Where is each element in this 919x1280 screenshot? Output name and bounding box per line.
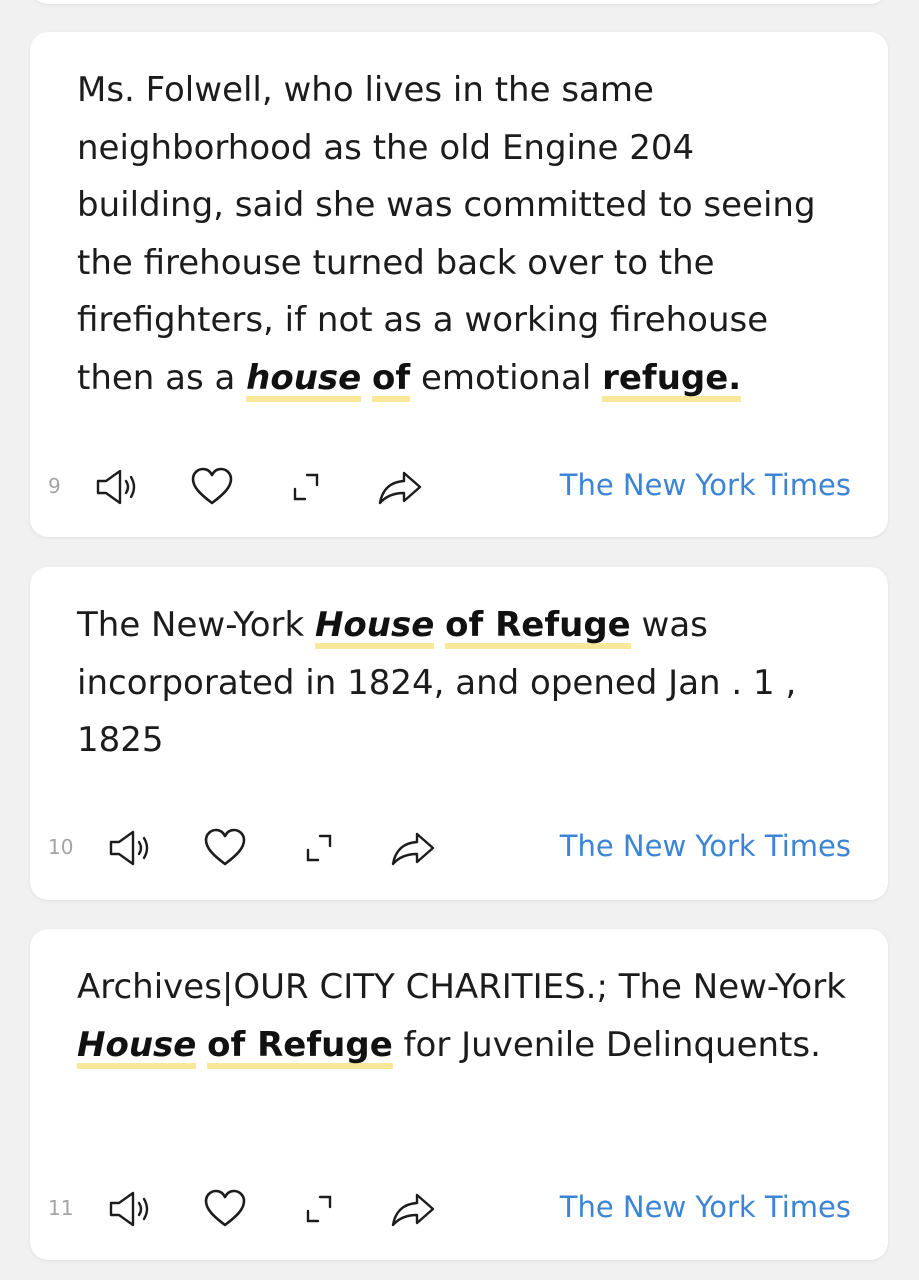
heart-icon[interactable]: [200, 1184, 250, 1234]
sentence-fragment: Ms. Folwell, who lives in the same neigh…: [77, 70, 816, 398]
sentence-text: Ms. Folwell, who lives in the same neigh…: [77, 62, 847, 407]
highlighted-word: refuge.: [602, 357, 742, 402]
sentence-index: 10: [48, 835, 74, 859]
sentence-index: 11: [48, 1196, 74, 1220]
card-actions: 11 The New York Times: [30, 1184, 888, 1234]
highlighted-word: of: [372, 357, 411, 402]
sentence-card: Ms. Folwell, who lives in the same neigh…: [30, 32, 888, 537]
share-icon[interactable]: [388, 823, 438, 873]
sentence-fragment: for Juvenile Delinquents.: [392, 1024, 821, 1065]
sentence-fragment: [361, 358, 372, 398]
expand-icon[interactable]: [281, 462, 331, 512]
expand-icon[interactable]: [294, 1184, 344, 1234]
speaker-icon[interactable]: [106, 1184, 156, 1234]
highlighted-word: of Refuge: [445, 605, 631, 649]
source-link[interactable]: The New York Times: [560, 829, 851, 863]
sentence-fragment: [196, 1025, 207, 1065]
heart-icon[interactable]: [187, 462, 237, 512]
sentence-fragment: Archives|OUR CITY CHARITIES.; The New-Yo…: [77, 967, 846, 1007]
card-actions: 9 The New York Times: [30, 462, 888, 512]
card-actions: 10 The New York Times: [30, 823, 888, 873]
sentence-index: 9: [48, 474, 61, 498]
expand-icon[interactable]: [294, 823, 344, 873]
highlighted-word: house: [246, 357, 362, 402]
highlighted-word: of Refuge: [207, 1024, 393, 1069]
source-link[interactable]: The New York Times: [560, 468, 851, 502]
share-icon[interactable]: [388, 1184, 438, 1234]
sentence-fragment: emotional: [410, 357, 603, 398]
highlighted-word: House: [314, 605, 435, 649]
sentence-fragment: [434, 605, 445, 645]
sentence-text: The New-York House of Refuge was incorpo…: [77, 597, 847, 770]
highlighted-word: House: [77, 1024, 197, 1069]
sentence-card: The New-York House of Refuge was incorpo…: [30, 567, 888, 900]
speaker-icon[interactable]: [106, 823, 156, 873]
sentence-fragment: The New-York: [77, 605, 315, 645]
share-icon[interactable]: [375, 462, 425, 512]
sentence-text: Archives|OUR CITY CHARITIES.; The New-Yo…: [77, 959, 847, 1074]
speaker-icon[interactable]: [93, 462, 143, 512]
previous-card-edge: [30, 0, 888, 4]
sentence-card: Archives|OUR CITY CHARITIES.; The New-Yo…: [30, 929, 888, 1260]
source-link[interactable]: The New York Times: [560, 1190, 851, 1224]
heart-icon[interactable]: [200, 823, 250, 873]
